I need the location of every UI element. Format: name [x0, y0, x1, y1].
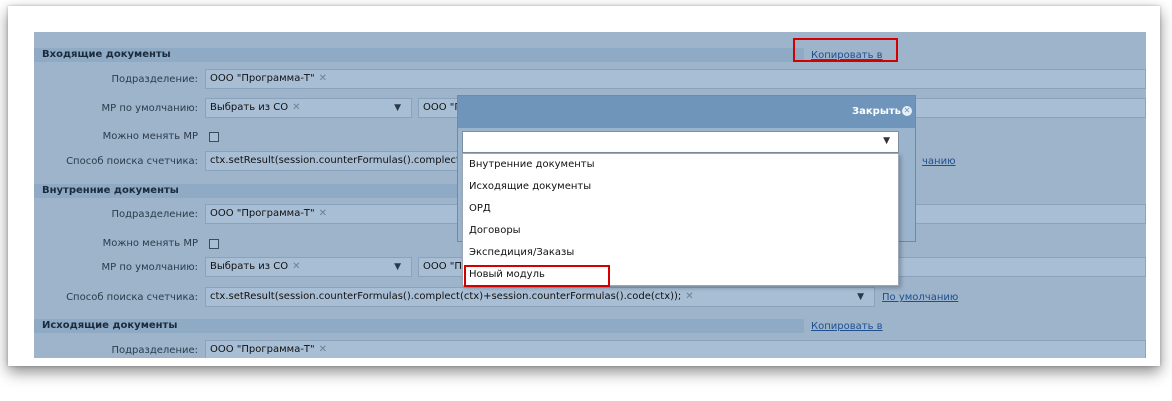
search-method-label: Способ поиска счетчика: — [66, 292, 198, 303]
list-item[interactable]: Внутренние документы — [463, 154, 898, 176]
section-title: Внутренние документы — [42, 185, 179, 196]
search-method-field-internal[interactable]: ctx.setResult(session.counterFormulas().… — [205, 287, 875, 307]
highlight-copy-link — [793, 38, 898, 62]
search-method-label: Способ поиска счетчика: — [66, 156, 198, 167]
remove-icon[interactable]: ✕ — [319, 73, 327, 84]
remove-icon[interactable]: ✕ — [319, 208, 327, 219]
division-value: ООО "Программа-Т" — [210, 344, 315, 355]
target-module-combo[interactable]: ▼ — [462, 131, 899, 153]
can-change-label: Можно менять МР — [102, 131, 198, 142]
mr-default-label: МР по умолчанию: — [101, 103, 198, 114]
division-value: ООО "Программа-Т" — [210, 73, 315, 84]
mr-default-value: Выбрать из СО — [210, 261, 289, 272]
division-label: Подразделение: — [111, 209, 198, 220]
default-link-internal[interactable]: По умолчанию — [882, 292, 958, 303]
chevron-down-icon[interactable]: ▼ — [394, 99, 401, 117]
section-header-incoming: Входящие документы — [34, 48, 804, 62]
search-method-value: ctx.setResult(session.counterFormulas().… — [210, 291, 682, 302]
remove-icon[interactable]: ✕ — [319, 344, 327, 355]
list-item[interactable]: ОРД — [463, 198, 898, 220]
chevron-down-icon[interactable]: ▼ — [857, 288, 864, 306]
dialog-header: Закрыть ✕ — [458, 96, 915, 128]
copy-to-link-outgoing[interactable]: Копировать в — [811, 321, 883, 332]
remove-icon[interactable]: ✕ — [292, 102, 300, 113]
section-header-outgoing: Исходящие документы — [34, 319, 804, 333]
list-item[interactable]: Исходящие документы — [463, 176, 898, 198]
remove-icon[interactable]: ✕ — [685, 291, 693, 302]
highlight-new-module — [464, 265, 610, 287]
can-change-checkbox-incoming[interactable] — [209, 132, 219, 142]
division-value: ООО "Программа-Т" — [210, 208, 315, 219]
mr-default-select-incoming[interactable]: Выбрать из СО ✕ ▼ — [205, 98, 412, 118]
search-method-value: ctx.setResult(session.counterFormulas().… — [210, 155, 464, 166]
division-field-outgoing[interactable]: ООО "Программа-Т" ✕ — [205, 340, 1146, 358]
mr-default-select-internal[interactable]: Выбрать из СО ✕ ▼ — [205, 257, 412, 277]
mr-default-value: Выбрать из СО — [210, 102, 289, 113]
close-icon[interactable]: ✕ — [902, 106, 912, 116]
division-field-incoming[interactable]: ООО "Программа-Т" ✕ — [205, 69, 1146, 89]
section-title: Исходящие документы — [42, 320, 178, 331]
can-change-label: Можно менять МР — [102, 238, 198, 249]
list-item[interactable]: Договоры — [463, 220, 898, 242]
remove-icon[interactable]: ✕ — [292, 261, 300, 272]
division-label: Подразделение: — [111, 74, 198, 85]
list-item[interactable]: Экспедиция/Заказы — [463, 242, 898, 264]
chevron-down-icon[interactable]: ▼ — [394, 258, 401, 276]
section-title: Входящие документы — [42, 49, 171, 60]
default-link-incoming[interactable]: чанию — [922, 156, 956, 167]
division-label: Подразделение: — [111, 345, 198, 356]
close-button[interactable]: Закрыть — [852, 106, 901, 117]
mr-default-label: МР по умолчанию: — [101, 262, 198, 273]
chevron-down-icon[interactable]: ▼ — [883, 136, 890, 146]
can-change-checkbox-internal[interactable] — [209, 239, 219, 249]
